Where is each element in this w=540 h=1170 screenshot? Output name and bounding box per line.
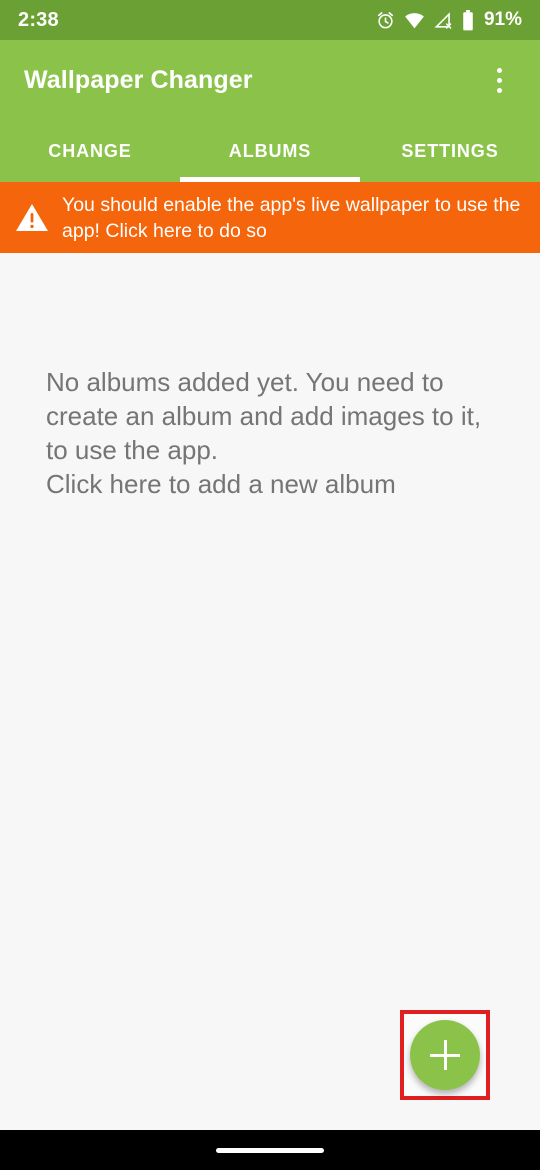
tab-settings-label: SETTINGS [401, 140, 499, 161]
warning-banner-text: You should enable the app's live wallpap… [62, 193, 521, 242]
tab-change[interactable]: CHANGE [0, 120, 180, 182]
battery-icon [462, 9, 474, 31]
phone-screen: 2:38 91% Wallpaper Changer CHANGE ALBUMS… [0, 0, 540, 1170]
tab-change-label: CHANGE [48, 140, 132, 161]
plus-icon-vertical [443, 1040, 447, 1070]
tab-bar: CHANGE ALBUMS SETTINGS [0, 120, 540, 182]
alarm-icon [376, 11, 395, 30]
empty-state-message[interactable]: No albums added yet. You need to create … [46, 365, 496, 501]
add-album-fab[interactable] [410, 1020, 480, 1090]
status-icons: 91% [376, 9, 522, 31]
albums-content-area: No albums added yet. You need to create … [0, 253, 540, 1130]
overflow-menu-icon[interactable] [482, 58, 516, 102]
system-navigation-bar [0, 1130, 540, 1170]
overflow-dot [496, 67, 502, 73]
empty-state-line-2: Click here to add a new album [46, 469, 396, 499]
live-wallpaper-warning-banner[interactable]: You should enable the app's live wallpap… [0, 182, 540, 253]
wifi-icon [404, 11, 425, 30]
tab-albums-label: ALBUMS [228, 140, 312, 161]
overflow-dot [496, 87, 502, 93]
page-title: Wallpaper Changer [24, 65, 253, 94]
battery-percent-label: 91% [483, 9, 522, 30]
tab-albums[interactable]: ALBUMS [180, 120, 360, 182]
tab-settings[interactable]: SETTINGS [360, 120, 540, 182]
app-bar: Wallpaper Changer [0, 40, 540, 120]
status-clock: 2:38 [18, 8, 59, 31]
status-bar: 2:38 91% [0, 0, 540, 40]
warning-triangle-icon [10, 202, 54, 233]
overflow-dot [496, 77, 502, 83]
cellular-signal-off-icon [434, 11, 453, 30]
home-gesture-pill[interactable] [216, 1147, 324, 1153]
empty-state-line-1: No albums added yet. You need to create … [46, 367, 482, 465]
